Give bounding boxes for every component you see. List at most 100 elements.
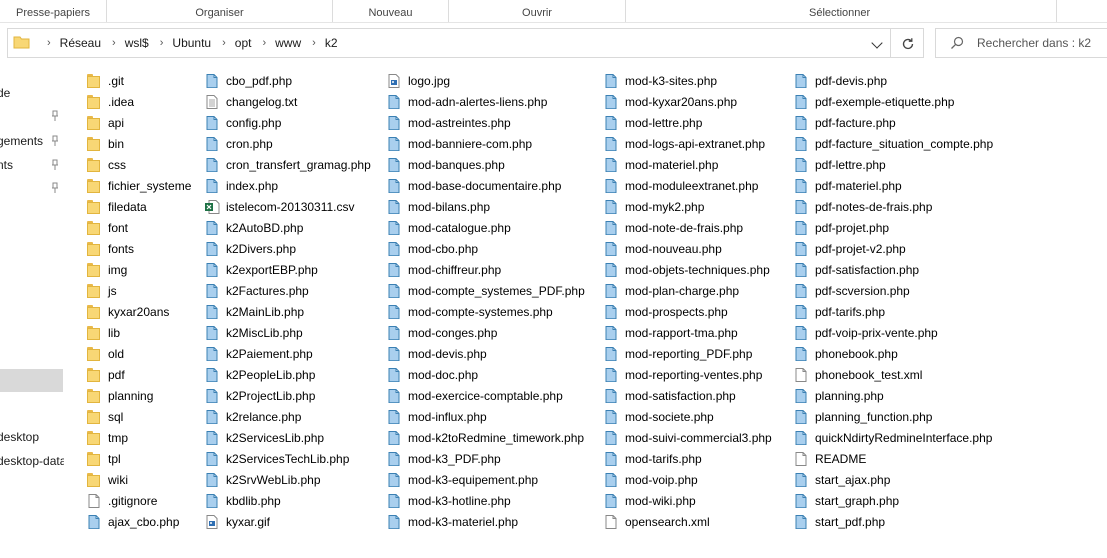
file-item[interactable]: cbo_pdf.php <box>204 70 292 91</box>
file-item[interactable]: mod-objets-techniques.php <box>603 259 770 280</box>
nav-item[interactable]: desktop-data <box>0 451 64 471</box>
folder-item[interactable]: lib <box>86 322 120 343</box>
breadcrumb-separator-icon[interactable]: › <box>303 37 323 49</box>
file-item[interactable]: mod-tarifs.php <box>603 448 702 469</box>
chevron-down-icon[interactable] <box>871 37 885 51</box>
file-item[interactable]: k2ServicesLib.php <box>204 427 324 448</box>
file-item[interactable]: istelecom-20130311.csv <box>204 196 355 217</box>
nav-item[interactable]: nts <box>0 155 13 175</box>
file-item[interactable]: pdf-scversion.php <box>793 280 910 301</box>
file-item[interactable]: k2Factures.php <box>204 280 309 301</box>
file-item[interactable]: k2AutoBD.php <box>204 217 303 238</box>
file-item[interactable]: opensearch.xml <box>603 511 710 532</box>
file-item[interactable]: mod-plan-charge.php <box>603 280 739 301</box>
folder-item[interactable]: js <box>86 280 117 301</box>
breadcrumb-separator-icon[interactable]: › <box>213 37 233 49</box>
file-item[interactable]: k2ServicesTechLib.php <box>204 448 349 469</box>
file-item[interactable]: k2ProjectLib.php <box>204 385 315 406</box>
file-item[interactable]: pdf-facture.php <box>793 112 896 133</box>
file-item[interactable]: mod-nouveau.php <box>603 238 722 259</box>
file-item[interactable]: pdf-tarifs.php <box>793 301 885 322</box>
file-item[interactable]: mod-reporting_PDF.php <box>603 343 752 364</box>
file-item[interactable]: mod-voip.php <box>603 469 698 490</box>
pin-icon[interactable] <box>49 159 61 171</box>
file-item[interactable]: config.php <box>204 112 281 133</box>
file-item[interactable]: changelog.txt <box>204 91 297 112</box>
folder-item[interactable]: planning <box>86 385 153 406</box>
nav-item[interactable]: gements <box>0 131 43 151</box>
refresh-icon[interactable] <box>899 35 917 53</box>
folder-item[interactable]: tmp <box>86 427 128 448</box>
file-item[interactable]: mod-note-de-frais.php <box>603 217 743 238</box>
file-item[interactable]: phonebook_test.xml <box>793 364 922 385</box>
file-item[interactable]: quickNdirtyRedmineInterface.php <box>793 427 992 448</box>
file-item[interactable]: mod-chiffreur.php <box>386 259 501 280</box>
file-item[interactable]: start_graph.php <box>793 490 899 511</box>
breadcrumb-wsl[interactable]: wsl$ <box>123 36 151 50</box>
file-item[interactable]: mod-cbo.php <box>386 238 478 259</box>
file-item[interactable]: mod-suivi-commercial3.php <box>603 427 772 448</box>
nav-item[interactable]: de <box>0 83 10 103</box>
file-item[interactable]: mod-k3-equipement.php <box>386 469 538 490</box>
file-item[interactable]: pdf-exemple-etiquette.php <box>793 91 954 112</box>
file-item[interactable]: mod-satisfaction.php <box>603 385 736 406</box>
folder-item[interactable]: bin <box>86 133 124 154</box>
folder-item[interactable]: old <box>86 343 124 364</box>
folder-item[interactable]: .git <box>86 70 124 91</box>
file-item[interactable]: mod-k2toRedmine_timework.php <box>386 427 584 448</box>
folder-item[interactable]: tpl <box>86 448 121 469</box>
file-item[interactable]: logo.jpg <box>386 70 450 91</box>
file-item[interactable]: k2SrvWebLib.php <box>204 469 321 490</box>
folder-item[interactable]: font <box>86 217 128 238</box>
file-item[interactable]: pdf-materiel.php <box>793 175 902 196</box>
ribbon-group-clipboard[interactable]: Presse-papiers <box>0 0 107 22</box>
folder-item[interactable]: filedata <box>86 196 147 217</box>
breadcrumb-network[interactable]: Réseau <box>58 36 103 50</box>
file-item[interactable]: mod-reporting-ventes.php <box>603 364 762 385</box>
file-item[interactable]: mod-catalogue.php <box>386 217 511 238</box>
file-item[interactable]: pdf-lettre.php <box>793 154 886 175</box>
search-input[interactable]: Rechercher dans : k2 <box>977 29 1091 57</box>
file-item[interactable]: mod-k3-hotline.php <box>386 490 511 511</box>
pin-icon[interactable] <box>49 182 61 194</box>
file-item[interactable]: mod-adn-alertes-liens.php <box>386 91 547 112</box>
folder-item[interactable]: wiki <box>86 469 128 490</box>
address-bar[interactable]: › Réseau › wsl$ › Ubuntu › opt › www › k… <box>7 28 924 58</box>
file-item[interactable]: mod-rapport-tma.php <box>603 322 738 343</box>
file-item[interactable]: pdf-projet.php <box>793 217 889 238</box>
file-item[interactable]: phonebook.php <box>793 343 898 364</box>
file-item[interactable]: mod-compte_systemes_PDF.php <box>386 280 585 301</box>
file-item[interactable]: README <box>793 448 866 469</box>
pin-icon[interactable] <box>49 110 61 122</box>
file-item[interactable]: mod-prospects.php <box>603 301 728 322</box>
folder-item[interactable]: api <box>86 112 124 133</box>
file-item[interactable]: planning.php <box>793 385 884 406</box>
pin-icon[interactable] <box>49 135 61 147</box>
file-item[interactable]: cron.php <box>204 133 273 154</box>
file-item[interactable]: mod-kyxar20ans.php <box>603 91 737 112</box>
breadcrumb-separator-icon[interactable]: › <box>103 37 123 49</box>
file-item[interactable]: k2Paiement.php <box>204 343 313 364</box>
folder-item[interactable]: sql <box>86 406 123 427</box>
file-item[interactable]: mod-banniere-com.php <box>386 133 532 154</box>
breadcrumb-separator-icon[interactable]: › <box>151 37 171 49</box>
folder-item[interactable]: .idea <box>86 91 134 112</box>
folder-item[interactable]: kyxar20ans <box>86 301 169 322</box>
file-item[interactable]: pdf-facture_situation_compte.php <box>793 133 993 154</box>
file-item[interactable]: mod-k3-materiel.php <box>386 511 518 532</box>
ribbon-group-organize[interactable]: Organiser <box>107 0 333 22</box>
file-item[interactable]: mod-astreintes.php <box>386 112 511 133</box>
file-item[interactable]: pdf-satisfaction.php <box>793 259 919 280</box>
file-item[interactable]: mod-materiel.php <box>603 154 718 175</box>
breadcrumb-separator-icon[interactable]: › <box>38 37 58 49</box>
file-item[interactable]: index.php <box>204 175 278 196</box>
breadcrumb-separator-icon[interactable]: › <box>253 37 273 49</box>
file-item[interactable]: start_ajax.php <box>793 469 890 490</box>
file-item[interactable]: pdf-projet-v2.php <box>793 238 906 259</box>
file-item[interactable]: mod-exercice-comptable.php <box>386 385 563 406</box>
file-item[interactable]: mod-moduleextranet.php <box>603 175 758 196</box>
file-item[interactable]: k2exportEBP.php <box>204 259 318 280</box>
breadcrumb-opt[interactable]: opt <box>233 36 254 50</box>
file-item[interactable]: k2relance.php <box>204 406 301 427</box>
file-item[interactable]: mod-k3_PDF.php <box>386 448 501 469</box>
